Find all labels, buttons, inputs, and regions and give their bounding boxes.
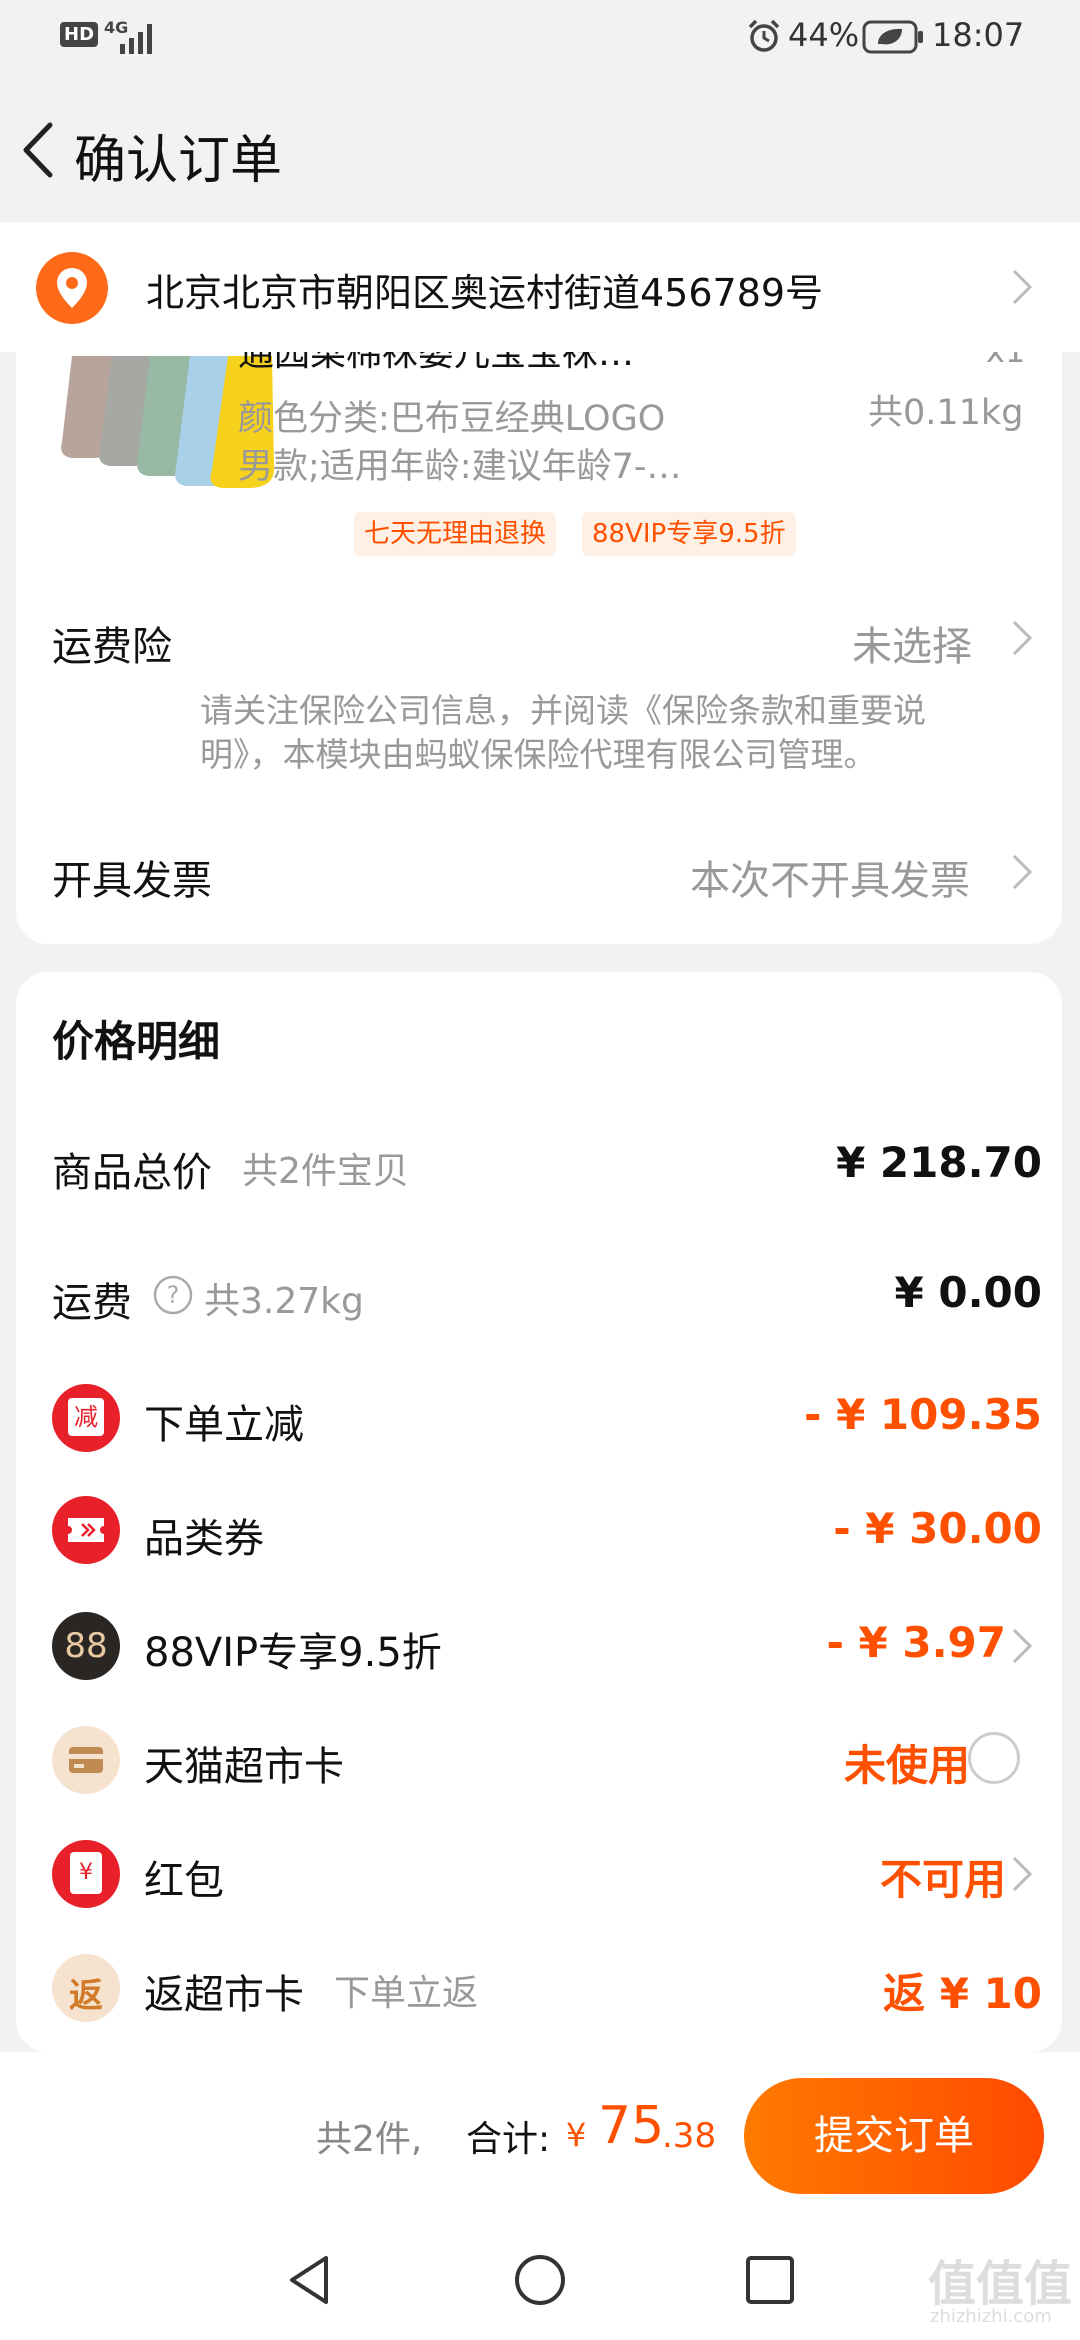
vip-label: 88VIP专享9.5折: [144, 1630, 442, 1676]
item-count: 共2件,: [316, 2119, 423, 2160]
shipping-value: ¥ 0.00: [894, 1268, 1042, 1317]
nav-recents-icon[interactable]: [742, 2252, 798, 2308]
coupon-icon: [52, 1496, 120, 1564]
cashback-icon: 返: [52, 1954, 120, 2022]
cashback-value: 返 ¥ 10: [883, 1969, 1042, 2018]
invoice-row[interactable]: 开具发票 本次不开具发票: [16, 822, 1062, 922]
nav-home-icon[interactable]: [512, 2252, 568, 2308]
back-arrow-icon[interactable]: [10, 115, 70, 185]
submit-order-button[interactable]: 提交订单: [744, 2078, 1044, 2194]
alarm-icon: [748, 19, 780, 52]
total-currency: ¥: [566, 2116, 587, 2154]
instant-discount-icon: 减: [52, 1384, 120, 1452]
instant-discount-icon-text: 减: [68, 1398, 104, 1436]
insurance-notice-line1: 请关注保险公司信息，并阅读《保险条款和重要说: [200, 691, 926, 730]
hd-indicator: HD: [60, 22, 99, 47]
red-packet-row[interactable]: 红包 不可用: [16, 1840, 1062, 1910]
shipping-insurance-row[interactable]: 运费险 未选择 请关注保险公司信息，并阅读《保险条款和重要说 明》，本模块由蚂蚁…: [16, 592, 1062, 774]
cashback-icon-text: 返: [69, 1976, 103, 2016]
bottom-bar: 共2件, 合计: ¥ 75 .38 提交订单: [0, 2052, 1080, 2220]
chevron-right-icon: [1012, 1628, 1033, 1664]
product-spec-line1: 颜色分类:巴布豆经典LOGO: [238, 399, 666, 439]
address-text: 北京北京市朝阳区奥运村街道456789号: [146, 271, 824, 315]
instant-discount-value: - ¥ 109.35: [804, 1390, 1042, 1439]
price-detail-card: 价格明细 商品总价 共2件宝贝 ¥ 218.70 运费 ? 共3.27kg ¥ …: [16, 972, 1062, 2052]
product-spec-line2: 男款;适用年龄:建议年龄7-…: [238, 447, 682, 487]
goods-total-label: 商品总价: [52, 1150, 212, 1196]
product-quantity: x1: [986, 352, 1025, 370]
location-pin-icon: [36, 252, 108, 324]
invoice-label: 开具发票: [52, 858, 212, 904]
svg-text:?: ?: [167, 1281, 180, 1309]
goods-total-value: ¥ 218.70: [836, 1138, 1042, 1187]
goods-total-sub: 共2件宝贝: [242, 1151, 409, 1192]
category-coupon-value: - ¥ 30.00: [833, 1504, 1042, 1553]
battery-icon: [862, 20, 923, 54]
red-packet-label: 红包: [144, 1858, 224, 1904]
vip-value: - ¥ 3.97: [826, 1618, 1006, 1667]
chevron-right-icon: [1012, 269, 1033, 305]
system-nav-bar: 值值值 zhizhizhi.com: [0, 2220, 1080, 2340]
category-coupon-label: 品类券: [144, 1516, 264, 1562]
chevron-right-icon: [1012, 620, 1033, 656]
total-integer: 75: [598, 2096, 665, 2156]
address-bar[interactable]: 北京北京市朝阳区奥运村街道456789号: [0, 222, 1080, 352]
total-label: 合计:: [466, 2119, 551, 2160]
chevron-right-icon: [1012, 854, 1033, 890]
product-name[interactable]: 通园菜棉袜婴儿宝宝袜…: [238, 352, 634, 376]
tmall-card-label: 天猫超市卡: [144, 1744, 344, 1790]
status-bar: HD 4G 44% 18:07: [0, 0, 1080, 80]
tmall-card-icon: [52, 1726, 120, 1794]
tag-88vip: 88VIP专享9.5折: [582, 512, 796, 556]
shipping-insurance-label: 运费险: [52, 624, 172, 670]
vip-row[interactable]: 88VIP专享9.5折 - ¥ 3.97: [16, 1612, 1062, 1682]
price-detail-title: 价格明细: [52, 1017, 221, 1066]
signal-icon: [120, 24, 152, 54]
product-weight: 共0.11kg: [868, 393, 1024, 433]
insurance-notice-line2: 明》，本模块由蚂蚁保保险代理有限公司管理。: [200, 735, 877, 774]
tag-seven-day-return: 七天无理由退换: [354, 512, 557, 556]
help-icon[interactable]: ?: [152, 1274, 194, 1316]
header: 确认订单: [0, 80, 1080, 220]
nav-back-icon[interactable]: [282, 2252, 338, 2308]
cashback-sub: 下单立返: [334, 1973, 479, 2014]
tmall-card-checkbox[interactable]: [968, 1732, 1020, 1784]
battery-percent: 44%: [788, 16, 860, 54]
invoice-value: 本次不开具发票: [690, 858, 970, 904]
red-packet-value: 不可用: [879, 1855, 1006, 1904]
shipping-weight: 共3.27kg: [204, 1281, 364, 1322]
shipping-label: 运费: [52, 1280, 132, 1326]
cashback-label: 返超市卡: [144, 1972, 304, 2018]
order-item-card: 通园菜棉袜婴儿宝宝袜… x1 颜色分类:巴布豆经典LOGO 男款;适用年龄:建议…: [16, 352, 1062, 944]
instant-discount-label: 下单立减: [144, 1402, 304, 1448]
watermark-domain: zhizhizhi.com: [930, 2306, 1052, 2327]
chevron-right-icon: [1012, 1856, 1033, 1892]
tmall-card-value: 未使用: [843, 1741, 970, 1790]
page-title: 确认订单: [74, 131, 283, 191]
watermark-logo: 值值值: [928, 2256, 1073, 2312]
clock: 18:07: [932, 16, 1025, 54]
total-decimal: .38: [662, 2116, 717, 2156]
shipping-insurance-value: 未选择: [852, 624, 972, 670]
